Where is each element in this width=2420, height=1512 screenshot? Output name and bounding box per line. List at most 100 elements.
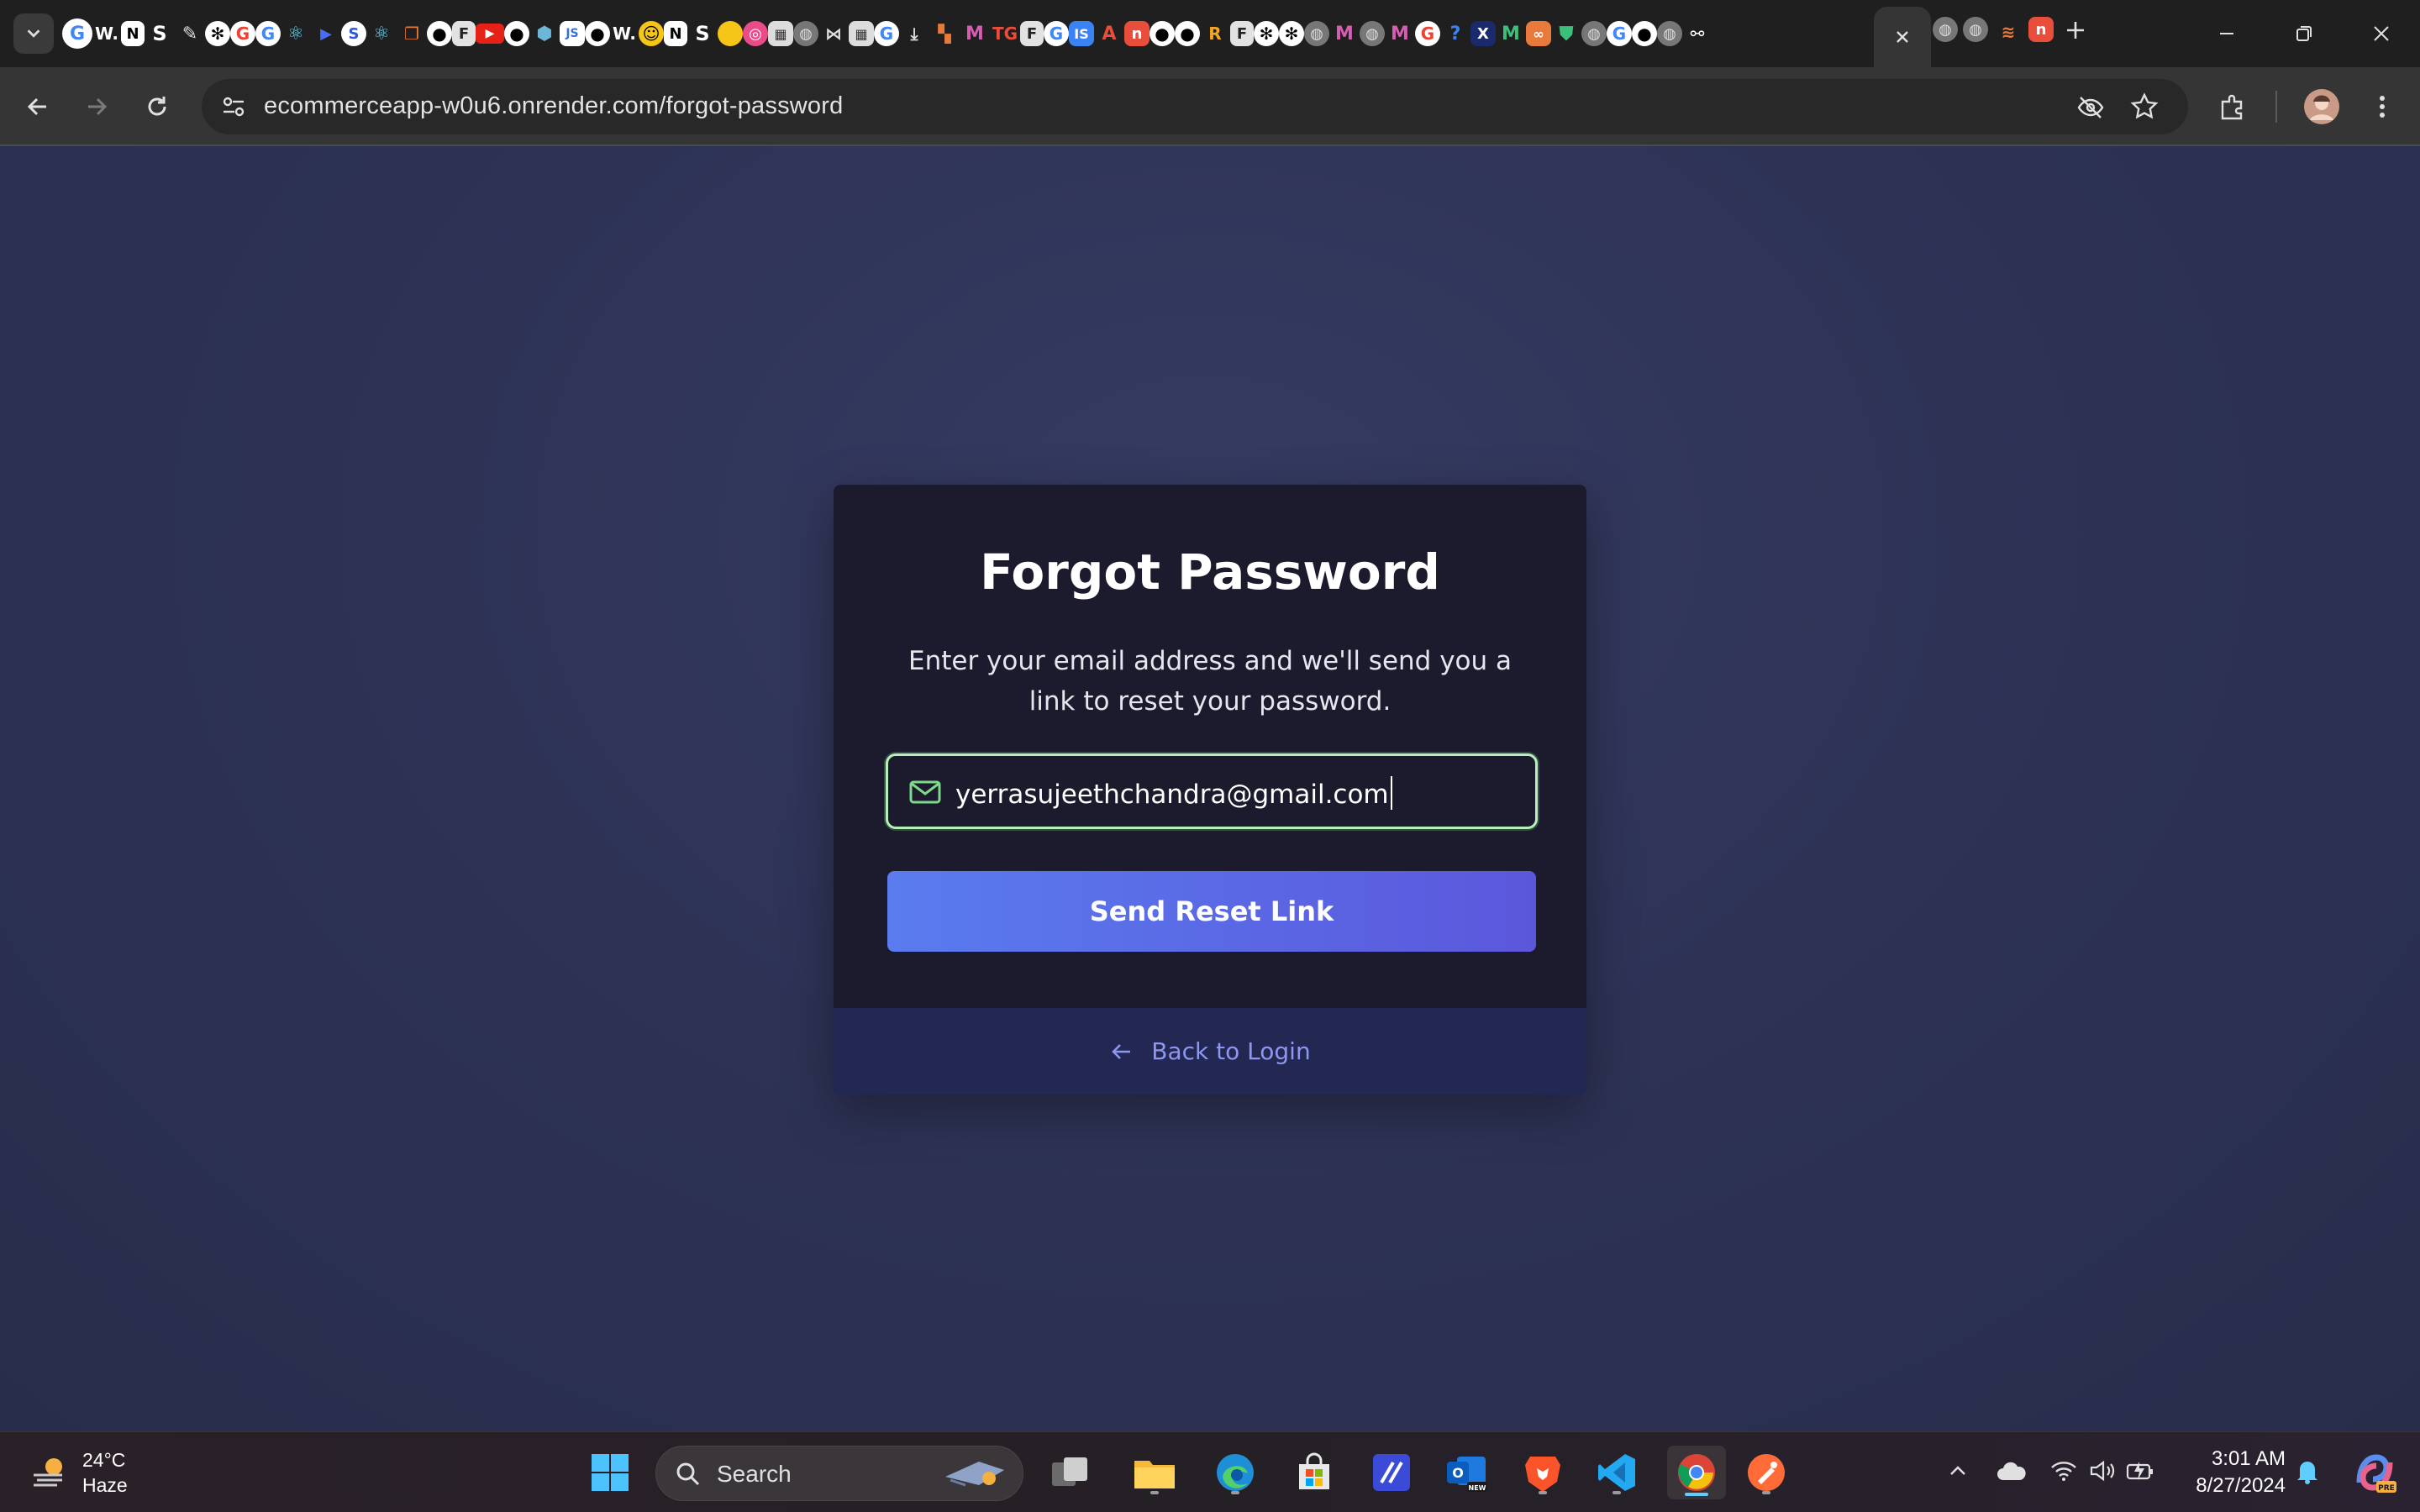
outlook-new-app[interactable]: O NEW: [1442, 1447, 1492, 1498]
google-icon[interactable]: G: [1044, 21, 1069, 46]
link-icon[interactable]: ⚯: [1682, 18, 1712, 49]
n-red-icon[interactable]: n: [2028, 17, 2054, 42]
show-hidden-icons-button[interactable]: [1943, 1456, 1973, 1486]
restore-button[interactable]: [2279, 15, 2329, 52]
google-icon[interactable]: G: [230, 21, 255, 46]
email-field[interactable]: yerrasujeethchandra@gmail.com: [886, 753, 1538, 829]
copilot-button[interactable]: PRE: [2349, 1447, 2400, 1498]
forward-button[interactable]: [76, 86, 118, 128]
react-icon[interactable]: ⚛: [366, 18, 397, 49]
notifications-button[interactable]: [2292, 1456, 2323, 1486]
menu-button[interactable]: [2361, 86, 2403, 128]
vscode-insiders-app[interactable]: [1366, 1447, 1417, 1498]
m-green-icon[interactable]: M: [1496, 18, 1526, 49]
is-icon[interactable]: IS: [1069, 21, 1094, 46]
framer-icon[interactable]: F: [1230, 21, 1254, 46]
site-info-icon[interactable]: [218, 92, 249, 122]
microsoft-store-app[interactable]: [1289, 1447, 1339, 1498]
tab-s-icon[interactable]: S: [145, 18, 175, 49]
task-view-button[interactable]: [1045, 1447, 1096, 1498]
globe-icon[interactable]: ◍: [1360, 21, 1385, 46]
globe-icon[interactable]: ◍: [793, 21, 818, 46]
wifi-tray[interactable]: [2049, 1456, 2079, 1486]
angular-icon[interactable]: A: [1094, 18, 1124, 49]
stack-icon[interactable]: ❐: [397, 18, 427, 49]
star-icon[interactable]: [2129, 92, 2160, 122]
reload-button[interactable]: [136, 86, 178, 128]
shield-icon[interactable]: ⛊: [1551, 18, 1581, 49]
profile-avatar[interactable]: [2301, 86, 2343, 128]
download-icon[interactable]: ⤓: [899, 18, 929, 49]
url-text[interactable]: ecommerceapp-w0u6.onrender.com/forgot-pa…: [264, 92, 843, 120]
github-icon[interactable]: ●: [1175, 21, 1200, 46]
tab-search-button[interactable]: [13, 13, 54, 54]
qr-icon[interactable]: ▦: [849, 21, 874, 46]
battery-tray[interactable]: [2126, 1456, 2156, 1486]
tg-icon[interactable]: TG: [990, 18, 1020, 49]
openai-icon[interactable]: ✻: [205, 21, 230, 46]
github-icon[interactable]: ●: [585, 21, 610, 46]
google-icon[interactable]: G: [255, 21, 281, 46]
x-icon[interactable]: X: [1470, 21, 1496, 46]
qr-icon[interactable]: ▦: [768, 21, 793, 46]
google-icon[interactable]: G: [1415, 21, 1440, 46]
taskbar-search[interactable]: Search: [655, 1446, 1023, 1501]
notion-icon[interactable]: N: [664, 21, 687, 46]
tab-s-icon[interactable]: S: [687, 18, 718, 49]
cube-icon[interactable]: ⬢: [529, 18, 560, 49]
weather-widget[interactable]: 24°C Haze: [29, 1447, 128, 1498]
gmail-icon[interactable]: M: [1329, 18, 1360, 49]
github-icon[interactable]: ●: [427, 21, 452, 46]
question-icon[interactable]: ?: [1440, 18, 1470, 49]
feather-icon[interactable]: ✎: [175, 18, 205, 49]
github-icon[interactable]: ●: [504, 21, 529, 46]
globe-icon[interactable]: ◍: [1933, 17, 1958, 42]
play-icon[interactable]: ▶: [311, 18, 341, 49]
eye-slash-icon[interactable]: [2075, 92, 2106, 123]
globe-icon[interactable]: ◍: [1657, 21, 1682, 46]
close-window-button[interactable]: [2356, 15, 2407, 52]
close-icon[interactable]: [1894, 29, 1911, 45]
globe-icon[interactable]: ◍: [1581, 21, 1607, 46]
bowtie-icon[interactable]: ⋈: [818, 18, 849, 49]
address-bar[interactable]: ecommerceapp-w0u6.onrender.com/forgot-pa…: [202, 79, 2188, 134]
volume-tray[interactable]: [2087, 1456, 2118, 1486]
globe-icon[interactable]: ◍: [1304, 21, 1329, 46]
globe-icon[interactable]: ◍: [1963, 17, 1988, 42]
edge-app[interactable]: [1210, 1447, 1260, 1498]
email-input[interactable]: yerrasujeethchandra@gmail.com: [955, 776, 1392, 810]
back-button[interactable]: [17, 86, 59, 128]
system-clock[interactable]: 3:01 AM 8/27/2024: [2178, 1446, 2286, 1499]
js-icon[interactable]: JS: [560, 21, 585, 46]
github-icon[interactable]: ●: [1632, 21, 1657, 46]
gmail-icon[interactable]: M: [960, 18, 990, 49]
r-icon[interactable]: R: [1200, 18, 1230, 49]
orange-icon[interactable]: ▚: [929, 18, 960, 49]
postman-app[interactable]: [1741, 1447, 1791, 1498]
brave-app[interactable]: [1518, 1447, 1568, 1498]
openai-icon[interactable]: ✻: [1279, 21, 1304, 46]
chrome-app[interactable]: [1667, 1446, 1726, 1499]
openai-icon[interactable]: ✻: [1254, 21, 1279, 46]
yellow-circle-icon[interactable]: [718, 21, 743, 46]
smiley-icon[interactable]: ☺: [639, 21, 664, 46]
tab-s-circle-icon[interactable]: S: [341, 21, 366, 46]
active-tab[interactable]: [1874, 7, 1931, 67]
n-red-icon[interactable]: n: [1124, 21, 1150, 46]
new-tab-button[interactable]: [2060, 15, 2091, 49]
extensions-button[interactable]: [2212, 86, 2254, 128]
tab-w-icon[interactable]: W.: [92, 18, 121, 49]
tab-w-icon[interactable]: W.: [610, 18, 639, 49]
react-icon[interactable]: ⚛: [281, 18, 311, 49]
notion-icon[interactable]: N: [121, 21, 145, 46]
infinity-icon[interactable]: ∞: [1526, 21, 1551, 46]
gmail-icon[interactable]: M: [1385, 18, 1415, 49]
youtube-icon[interactable]: ▶: [476, 24, 504, 44]
vscode-app[interactable]: [1591, 1447, 1642, 1498]
file-explorer-app[interactable]: [1129, 1447, 1180, 1498]
google-icon[interactable]: G: [62, 18, 92, 49]
stack-icon[interactable]: ≋: [1993, 17, 2023, 47]
google-icon[interactable]: G: [1607, 21, 1632, 46]
github-icon[interactable]: ●: [1150, 21, 1175, 46]
framer-icon[interactable]: F: [452, 21, 476, 46]
